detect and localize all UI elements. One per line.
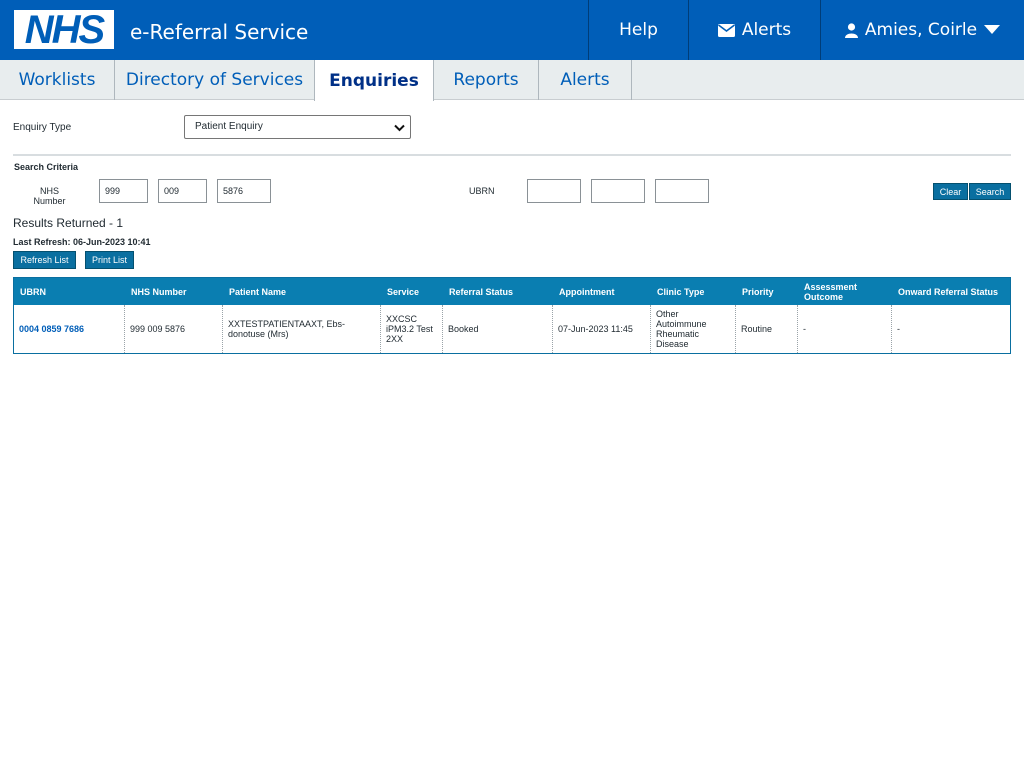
column-header-ubrn[interactable]: UBRN [14, 278, 125, 305]
cell-onward-referral-status: - [897, 324, 900, 334]
ubrn-part-1-input[interactable] [527, 179, 581, 203]
column-header-assessment-outcome[interactable]: Assessment Outcome [798, 278, 892, 305]
tab-reports[interactable]: Reports [434, 60, 539, 100]
cell-referral-status: Booked [443, 305, 553, 353]
user-menu-button[interactable]: Amies, Coirle [820, 0, 1024, 60]
column-header-service[interactable]: Service [381, 278, 443, 305]
nhs-logo[interactable]: NHS [14, 8, 114, 52]
tab-worklists[interactable]: Worklists [0, 60, 115, 100]
service-name: e-Referral Service [130, 20, 309, 44]
print-list-button[interactable]: Print List [85, 251, 134, 269]
nhs-logo-text: NHS [24, 8, 105, 52]
nhs-number-part-1-input[interactable]: 999 [99, 179, 148, 203]
caret-down-icon [984, 25, 1001, 35]
last-refresh-text: Last Refresh: 06-Jun-2023 10:41 [13, 237, 151, 247]
column-header-patient-name[interactable]: Patient Name [223, 278, 381, 305]
tab-alerts[interactable]: Alerts [539, 60, 632, 100]
table-row[interactable]: 0004 0859 7686 999 009 5876 XXTESTPATIEN… [14, 305, 1010, 353]
column-header-clinic-type[interactable]: Clinic Type [651, 278, 736, 305]
cell-assessment-outcome: - [798, 305, 892, 353]
column-header-referral-status[interactable]: Referral Status [443, 278, 553, 305]
nhs-number-label: NHS Number [33, 186, 66, 206]
column-header-nhs-number[interactable]: NHS Number [125, 278, 223, 305]
clear-button[interactable]: Clear [933, 183, 968, 200]
refresh-list-button[interactable]: Refresh List [13, 251, 76, 269]
tab-directory-of-services[interactable]: Directory of Services [115, 60, 315, 100]
help-button[interactable]: Help [588, 0, 688, 60]
app-header: NHS e-Referral Service Help Alerts Amies… [0, 0, 1024, 60]
envelope-icon [717, 23, 735, 37]
alerts-button[interactable]: Alerts [688, 0, 820, 60]
ubrn-part-3-input[interactable] [655, 179, 709, 203]
column-header-priority[interactable]: Priority [736, 278, 798, 305]
results-table: UBRN NHS Number Patient Name Service Ref… [13, 277, 1011, 354]
tab-enquiries[interactable]: Enquiries [314, 60, 434, 101]
cell-service: XXCSC iPM3.2 Test 2XX [381, 305, 443, 353]
user-icon [844, 22, 858, 38]
column-header-appointment[interactable]: Appointment [553, 278, 651, 305]
cell-ubrn[interactable]: 0004 0859 7686 [14, 305, 125, 353]
ubrn-label: UBRN [469, 186, 495, 196]
nhs-number-part-2-input[interactable]: 009 [158, 179, 207, 203]
enquiry-type-select[interactable]: Patient Enquiry [184, 115, 411, 139]
alerts-label: Alerts [741, 20, 792, 40]
cell-appointment: 07-Jun-2023 11:45 [553, 305, 651, 353]
ubrn-part-2-input[interactable] [591, 179, 645, 203]
cell-nhs-number: 999 009 5876 [125, 305, 223, 353]
section-divider [13, 154, 1011, 156]
table-header-row: UBRN NHS Number Patient Name Service Ref… [14, 278, 1010, 305]
enquiry-type-label: Enquiry Type [13, 122, 72, 133]
user-name: Amies, Coirle [864, 20, 978, 40]
nhs-number-part-3-input[interactable]: 5876 [217, 179, 271, 203]
enquiry-type-value: Patient Enquiry [195, 121, 263, 132]
chevron-down-icon [394, 121, 405, 143]
help-label: Help [619, 20, 658, 40]
search-button[interactable]: Search [969, 183, 1011, 200]
search-criteria-heading: Search Criteria [14, 162, 79, 172]
main-tab-bar: Worklists Directory of Services Enquirie… [0, 60, 1024, 101]
cell-priority: Routine [736, 305, 798, 353]
column-header-onward-referral-status[interactable]: Onward Referral Status [892, 278, 1010, 305]
cell-clinic-type: Other Autoimmune Rheumatic Disease [651, 305, 736, 353]
results-returned-text: Results Returned - 1 [13, 216, 124, 230]
cell-patient-name: XXTESTPATIENTAAXT, Ebs-donotuse (Mrs) [223, 305, 381, 353]
